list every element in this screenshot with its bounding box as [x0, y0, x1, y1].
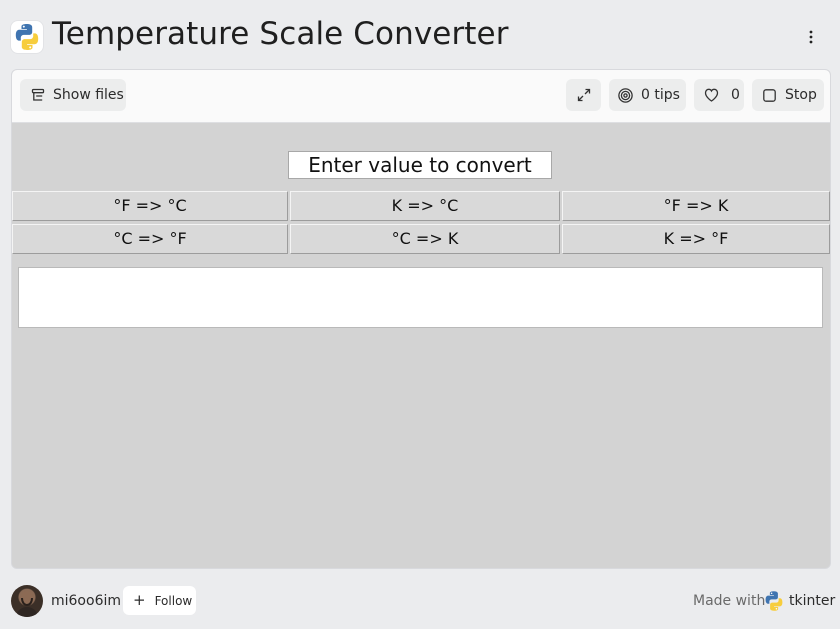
app-card: Show files 0 tips 0 Stop Enter value to …	[11, 69, 831, 569]
show-files-button[interactable]: Show files	[20, 79, 126, 111]
toolbar: Show files 0 tips 0 Stop	[12, 70, 830, 123]
expand-icon	[576, 87, 592, 103]
python-logo-icon	[762, 589, 786, 613]
page-header: Temperature Scale Converter	[0, 0, 840, 70]
like-button[interactable]: 0	[694, 79, 744, 111]
avatar[interactable]	[11, 585, 43, 617]
fullscreen-button[interactable]	[566, 79, 601, 111]
page-title: Temperature Scale Converter	[52, 16, 509, 52]
stop-icon	[762, 88, 777, 103]
kebab-menu-icon[interactable]	[800, 26, 822, 48]
k-to-c-button[interactable]: K => °C	[290, 191, 560, 221]
stop-label: Stop	[785, 87, 817, 103]
result-output	[18, 267, 823, 328]
python-logo-icon	[11, 21, 43, 53]
heart-icon	[703, 87, 720, 103]
page-footer: mi6oo6im + Follow Made with tkinter	[0, 574, 840, 629]
c-to-k-button[interactable]: °C => K	[290, 224, 560, 254]
f-to-k-button[interactable]: °F => K	[562, 191, 830, 221]
likes-count: 0	[731, 87, 740, 103]
show-files-label: Show files	[53, 87, 124, 103]
follow-label: Follow	[154, 593, 193, 608]
k-to-f-button[interactable]: K => °F	[562, 224, 830, 254]
tips-button[interactable]: 0 tips	[609, 79, 686, 111]
files-icon	[30, 87, 46, 103]
stop-button[interactable]: Stop	[752, 79, 824, 111]
value-entry[interactable]	[288, 151, 552, 179]
spiral-icon	[617, 87, 634, 104]
username[interactable]: mi6oo6im	[51, 593, 121, 609]
made-with-label: Made with	[693, 593, 766, 609]
tkinter-window: °F => °C K => °C °F => K °C => °F °C => …	[12, 123, 830, 568]
c-to-f-button[interactable]: °C => °F	[12, 224, 288, 254]
framework-name[interactable]: tkinter	[789, 593, 835, 609]
tips-label: 0 tips	[641, 87, 680, 103]
f-to-c-button[interactable]: °F => °C	[12, 191, 288, 221]
plus-icon: +	[133, 591, 146, 609]
follow-button[interactable]: + Follow	[123, 586, 196, 615]
